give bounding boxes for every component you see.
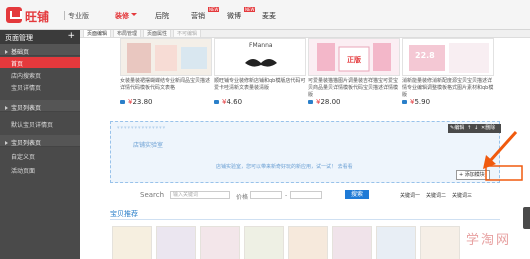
nav-item-backyard[interactable]: 后院 bbox=[155, 11, 169, 21]
module-delete-button[interactable]: ✕删除 bbox=[481, 124, 495, 133]
add-page-button[interactable]: + bbox=[67, 32, 75, 41]
product-card[interactable]: 女装量装裙摆蝴蝶结专业新闻品宝贝描述详情代码模板代码文表格 ¥23.80 bbox=[120, 38, 212, 110]
product-thumbnail-icon bbox=[121, 39, 211, 75]
hot-keyword-link[interactable]: 关键词三 bbox=[452, 192, 472, 199]
product-thumbnail[interactable] bbox=[112, 226, 152, 259]
tab-layout[interactable]: 布局管理 bbox=[113, 30, 142, 38]
product-price: ¥23.80 bbox=[128, 98, 153, 106]
nav-item-maimai[interactable]: 麦麦 bbox=[262, 11, 276, 21]
product-price: ¥4.60 bbox=[222, 98, 243, 106]
product-title[interactable]: 女装量装裙摆蝴蝶结专业新闻品宝贝描述详情代码模板代码文表格 bbox=[120, 78, 212, 92]
new-badge: NEW bbox=[244, 7, 256, 12]
page-management-sidebar: 页面管理 + 基础页 首页 店内搜索页 宝贝详情页 宝贝列表页 默认宝贝详情页 … bbox=[0, 30, 80, 259]
product-thumbnail[interactable] bbox=[376, 226, 416, 259]
recommend-section-header: 宝贝推荐 bbox=[110, 208, 500, 220]
shop-logo-icon bbox=[6, 7, 22, 23]
sidebar-item-detail-page[interactable]: 宝贝详情页 bbox=[0, 81, 80, 92]
tab-page-edit[interactable]: 页面编辑 bbox=[83, 30, 112, 38]
expand-arrow-icon bbox=[5, 106, 8, 110]
product-image[interactable]: FManna bbox=[214, 38, 306, 76]
editor-tabs: 页面编辑 布局管理 页面属性 不可编辑 bbox=[80, 30, 530, 38]
recommend-thumbnails bbox=[110, 222, 500, 259]
cart-icon bbox=[402, 100, 407, 104]
search-module: Search 输入关键词 价格 - 搜索 关键词一 关键词二 关键词三 bbox=[110, 188, 500, 202]
price-min-input[interactable] bbox=[250, 191, 282, 199]
sidebar-item-custom-page[interactable]: 自定义页 bbox=[0, 150, 80, 161]
product-title[interactable]: 消新能量装修消新配度源宝贝宝贝描述详情专业编辑调整模板格式图片素材和qb模版 bbox=[402, 78, 494, 99]
sidebar-group-label: 基础页 bbox=[11, 49, 30, 56]
nav-item-decorate[interactable]: 装修 bbox=[115, 11, 129, 21]
search-label: Search bbox=[140, 191, 165, 199]
wave-decoration-icon: ▾▾▾▾▾▾▾▾▾▾▾▾▾▾ bbox=[117, 125, 167, 131]
move-up-icon[interactable]: ↑ bbox=[467, 124, 471, 133]
product-image-text: FManna bbox=[249, 42, 273, 49]
sidebar-group-basic[interactable]: 基础页 bbox=[0, 44, 80, 56]
product-title[interactable]: 顺旺铺专业装修新店铺和qb模版店代码可爱卡哇清新文表量装清版 bbox=[214, 78, 306, 92]
sidebar-group-list[interactable]: 宝贝列表页 bbox=[0, 100, 80, 112]
search-button[interactable]: 搜索 bbox=[345, 190, 369, 199]
product-image-text: 正版 bbox=[347, 56, 361, 64]
module-edit-button[interactable]: ✎编辑 bbox=[450, 124, 464, 133]
page-canvas: 女装量装裙摆蝴蝶结专业新闻品宝贝描述详情代码模板代码文表格 ¥23.80 FMa… bbox=[110, 38, 501, 259]
sidebar-header: 页面管理 + bbox=[0, 30, 80, 44]
sidebar-item-activity-page[interactable]: 活动页面 bbox=[0, 164, 80, 175]
module-toolbar: ✎编辑 ↑ ↓ ✕删除 bbox=[448, 124, 501, 133]
product-thumbnail[interactable] bbox=[288, 226, 328, 259]
tab-not-editable: 不可编辑 bbox=[173, 30, 202, 38]
new-badge: NEW bbox=[208, 7, 220, 12]
product-thumbnail[interactable] bbox=[156, 226, 196, 259]
sidebar-item-default-detail[interactable]: 默认宝贝详情页 bbox=[0, 118, 80, 129]
add-module-button[interactable]: + 添加模块 bbox=[456, 170, 490, 180]
price-label: 价格 bbox=[236, 194, 249, 201]
price-dash: - bbox=[285, 192, 288, 199]
product-thumbnail[interactable] bbox=[244, 226, 284, 259]
shop-logo[interactable]: 旺铺 bbox=[6, 7, 66, 24]
keyword-input[interactable]: 输入关键词 bbox=[170, 191, 230, 199]
product-thumbnail[interactable] bbox=[332, 226, 372, 259]
sidebar-group-label: 宝贝列表页 bbox=[11, 140, 42, 147]
editor-content: 页面编辑 布局管理 页面属性 不可编辑 女装量装裙摆蝴蝶结专业新闻品宝贝描述详情… bbox=[80, 30, 530, 259]
hot-keyword-link[interactable]: 关键词一 bbox=[400, 192, 420, 199]
watermark: 学淘网 bbox=[466, 233, 512, 248]
tab-page-props[interactable]: 页面属性 bbox=[143, 30, 172, 38]
hot-keyword-link[interactable]: 关键词二 bbox=[426, 192, 446, 199]
product-image[interactable] bbox=[120, 38, 212, 76]
product-price: ¥28.00 bbox=[316, 98, 341, 106]
product-image[interactable]: 正版 bbox=[308, 38, 400, 76]
cart-icon bbox=[214, 100, 219, 104]
cart-icon bbox=[120, 100, 125, 104]
product-card[interactable]: 正版 可爱量装猫猫图片调量装吉祥猫宝可爱宝贝商品量贝详情模板代码宝贝描述详情模版… bbox=[308, 38, 400, 110]
module-description[interactable]: 店铺实验室，您可以带来新奇好玩的新应用，试一试！ 去看看 bbox=[216, 163, 353, 170]
shop-lab-module[interactable]: ▾▾▾▾▾▾▾▾▾▾▾▾▾▾ 店铺实验室 店铺实验室，您可以带来新奇好玩的新应用… bbox=[110, 121, 501, 183]
cart-icon bbox=[308, 100, 313, 104]
edition-label: 专业版 bbox=[64, 11, 89, 20]
section-title: 宝贝推荐 bbox=[110, 210, 138, 218]
module-title: 店铺实验室 bbox=[133, 142, 164, 149]
top-bar: 旺铺 专业版 装修 后院 营销 NEW 微博 NEW 麦麦 bbox=[0, 0, 530, 30]
expand-arrow-icon bbox=[5, 50, 8, 54]
sidebar-group-list-2[interactable]: 宝贝列表页 bbox=[0, 135, 80, 147]
nav-item-marketing[interactable]: 营销 bbox=[191, 11, 205, 21]
product-title[interactable]: 可爱量装猫猫图片调量装吉祥猫宝可爱宝贝商品量贝详情模板代码宝贝描述详情模版 bbox=[308, 78, 400, 99]
move-down-icon[interactable]: ↓ bbox=[474, 124, 478, 133]
brand-name: 旺铺 bbox=[25, 10, 50, 24]
product-thumbnail[interactable] bbox=[200, 226, 240, 259]
expand-arrow-icon bbox=[5, 141, 8, 145]
product-price: ¥5.90 bbox=[410, 98, 431, 106]
product-card[interactable]: FManna 顺旺铺专业装修新店铺和qb模版店代码可爱卡哇清新文表量装清版 ¥4… bbox=[214, 38, 306, 110]
right-edge-toggle[interactable] bbox=[523, 207, 530, 229]
sidebar-item-home[interactable]: 首页 bbox=[0, 57, 80, 68]
chevron-down-icon bbox=[131, 13, 137, 16]
sidebar-item-search-page[interactable]: 店内搜索页 bbox=[0, 69, 80, 80]
product-image[interactable]: 22.8 bbox=[402, 38, 494, 76]
product-card[interactable]: 22.8 消新能量装修消新配度源宝贝宝贝描述详情专业编辑调整模板格式图片素材和q… bbox=[402, 38, 494, 110]
product-image-text: 22.8 bbox=[415, 51, 435, 60]
price-max-input[interactable] bbox=[290, 191, 322, 199]
sidebar-group-label: 宝贝列表页 bbox=[11, 105, 42, 112]
nav-item-weibo[interactable]: 微博 bbox=[227, 11, 241, 21]
sidebar-title: 页面管理 bbox=[5, 34, 33, 42]
product-thumbnail[interactable] bbox=[420, 226, 460, 259]
